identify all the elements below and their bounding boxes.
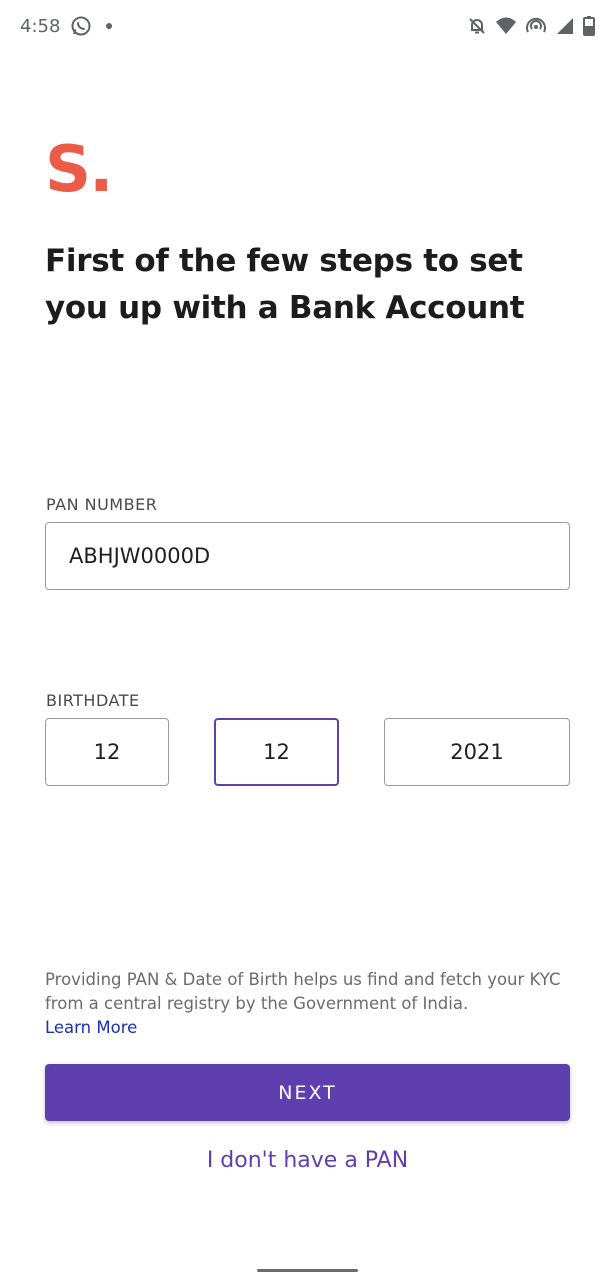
birthdate-year-input[interactable]: 2021 (384, 718, 570, 786)
year-value: 2021 (450, 740, 504, 764)
page-title: First of the few steps to set you up wit… (45, 243, 525, 326)
bell-off-icon (467, 16, 487, 36)
whatsapp-icon (70, 15, 92, 37)
birthdate-month-input[interactable]: 12 (214, 718, 339, 786)
cellular-signal-icon (555, 16, 575, 36)
pan-value: ABHJW0000D (69, 544, 211, 568)
next-button[interactable]: NEXT (45, 1064, 570, 1121)
birthdate-day-input[interactable]: 12 (45, 718, 169, 786)
gesture-nav-handle[interactable] (257, 1269, 358, 1272)
kyc-info: Providing PAN & Date of Birth helps us f… (45, 968, 575, 1040)
learn-more-link[interactable]: Learn More (45, 1016, 575, 1040)
hotspot-icon (525, 16, 547, 36)
notification-dot-icon (104, 21, 114, 31)
status-right-icons (467, 16, 595, 36)
kyc-info-text: Providing PAN & Date of Birth helps us f… (45, 970, 561, 1013)
pan-label: PAN NUMBER (46, 495, 158, 514)
day-value: 12 (93, 740, 121, 764)
status-bar: 4:58 (0, 0, 615, 52)
kyc-pan-screen: 4:58 S. First of the few steps to set yo… (0, 0, 615, 1280)
birthdate-label: BIRTHDATE (46, 691, 140, 710)
status-time: 4:58 (20, 15, 61, 37)
battery-icon (583, 16, 595, 36)
wifi-icon (495, 16, 517, 36)
pan-input[interactable]: ABHJW0000D (45, 522, 570, 590)
brand-logo: S. (45, 133, 113, 207)
status-left-icons (70, 15, 114, 37)
no-pan-link[interactable]: I don't have a PAN (0, 1148, 615, 1173)
month-value: 12 (263, 740, 290, 764)
